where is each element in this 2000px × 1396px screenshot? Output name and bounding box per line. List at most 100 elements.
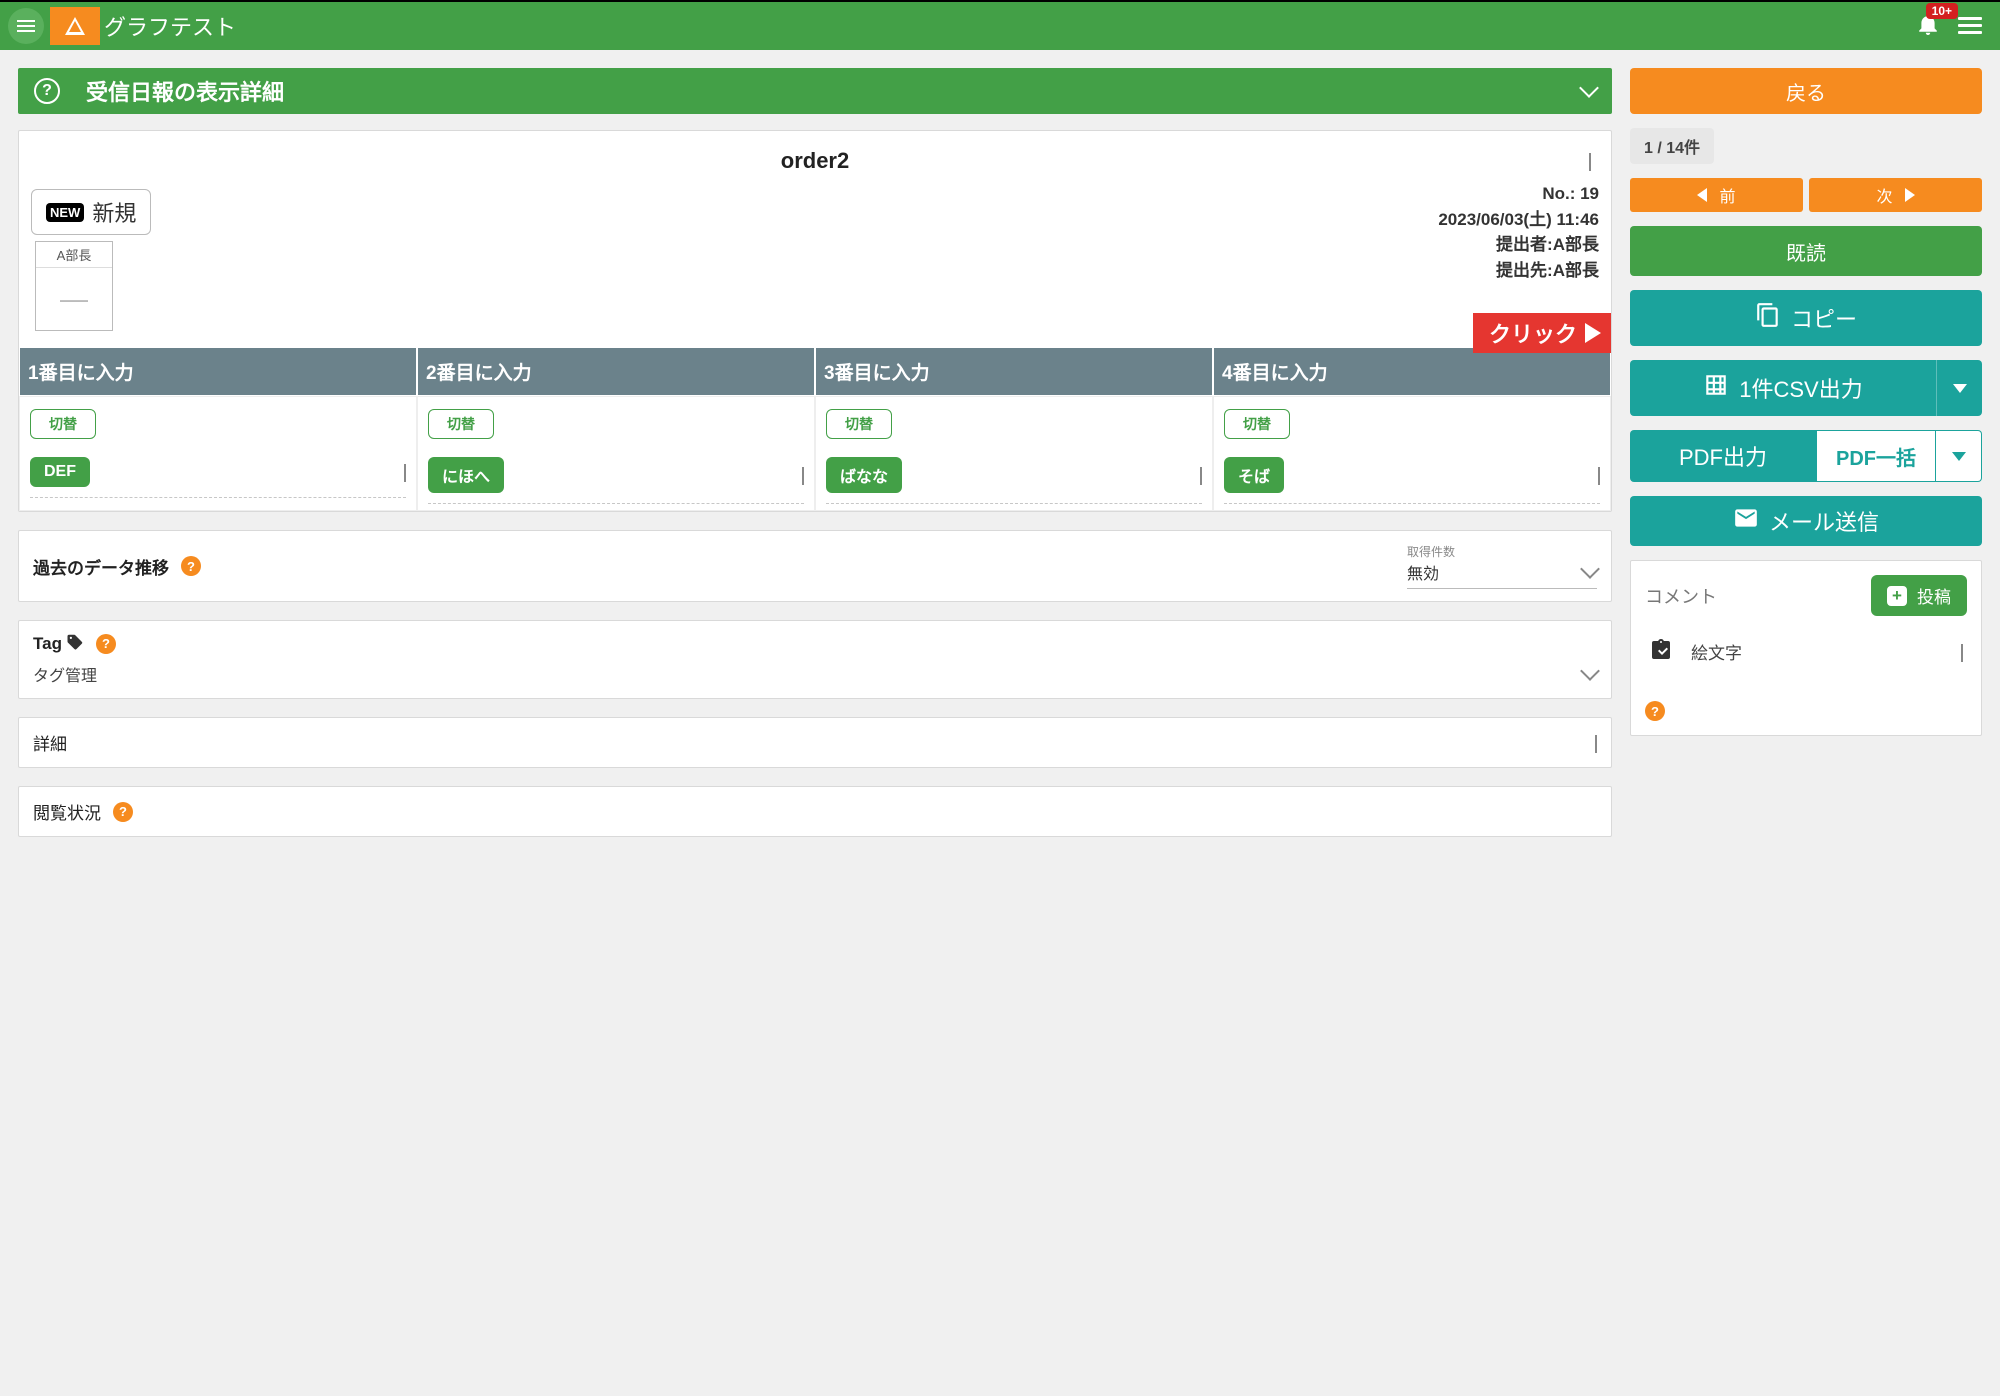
column-header-4: 4番目に入力 <box>1213 347 1611 396</box>
pager: 前 次 <box>1630 178 1982 212</box>
settings-menu-button[interactable] <box>1958 17 1982 35</box>
csv-export-main[interactable]: 1件CSV出力 <box>1630 360 1936 416</box>
chevron-down-icon <box>404 464 406 482</box>
comment-label: コメント <box>1645 583 1871 609</box>
hamburger-icon <box>17 20 35 32</box>
column-header-1: 1番目に入力 <box>19 347 417 396</box>
collapse-button[interactable] <box>1589 153 1591 169</box>
arrow-right-icon <box>1905 188 1915 202</box>
column-cell-1: 切替 DEF <box>19 396 417 511</box>
new-badge-icon: NEW <box>46 203 84 222</box>
history-count-select[interactable]: 取得件数 無効 <box>1407 543 1597 589</box>
mail-icon <box>1733 505 1759 537</box>
next-label: 次 <box>1876 183 1892 207</box>
record-counter: 1 / 14件 <box>1630 128 1714 164</box>
menu-button[interactable] <box>8 8 44 44</box>
pdf-batch-button[interactable]: PDF一括 <box>1816 430 1936 482</box>
tag-label: Tag <box>33 634 62 654</box>
next-button[interactable]: 次 <box>1809 178 1982 212</box>
app-logo[interactable] <box>50 7 100 45</box>
help-icon[interactable]: ? <box>96 634 116 654</box>
value-select-3[interactable]: ばなな <box>826 457 1202 493</box>
prev-label: 前 <box>1719 183 1735 207</box>
grid-icon <box>1703 372 1729 404</box>
notifications-badge: 10+ <box>1926 3 1958 19</box>
switch-button-4[interactable]: 切替 <box>1224 409 1290 439</box>
prev-button[interactable]: 前 <box>1630 178 1803 212</box>
detail-panel[interactable]: 詳細 <box>18 717 1612 768</box>
triangle-icon <box>65 17 85 35</box>
mark-read-label: 既読 <box>1786 237 1826 266</box>
back-button[interactable]: 戻る <box>1630 68 1982 114</box>
click-callout-label: クリック <box>1489 317 1577 349</box>
app-title: グラフテスト <box>104 10 1916 42</box>
chevron-down-icon <box>1961 644 1963 662</box>
section-title: 受信日報の表示詳細 <box>86 75 1582 107</box>
help-icon[interactable]: ? <box>1645 701 1665 721</box>
pdf-dropdown[interactable] <box>1936 430 1982 482</box>
view-status-label: 閲覧状況 <box>33 799 101 824</box>
switch-button-3[interactable]: 切替 <box>826 409 892 439</box>
post-comment-button[interactable]: + 投稿 <box>1871 575 1967 616</box>
approver-name: A部長 <box>36 242 112 268</box>
order-card: order2 NEW 新規 A部長 ― <box>18 130 1612 512</box>
plus-icon: + <box>1887 586 1907 606</box>
help-icon[interactable]: ? <box>181 556 201 576</box>
pdf-export-button[interactable]: PDF出力 <box>1630 430 1816 482</box>
detail-label: 詳細 <box>33 730 67 755</box>
chevron-down-icon <box>1598 467 1600 485</box>
emoji-row[interactable]: 絵文字 <box>1645 628 1967 675</box>
play-icon <box>1585 323 1601 343</box>
chevron-down-icon <box>1579 78 1599 98</box>
help-icon[interactable]: ? <box>34 78 60 104</box>
copy-label: コピー <box>1791 302 1857 334</box>
column-header-2: 2番目に入力 <box>417 347 815 396</box>
csv-export-button: 1件CSV出力 <box>1630 360 1982 416</box>
new-status-pill[interactable]: NEW 新規 <box>31 189 151 235</box>
view-status-panel[interactable]: 閲覧状況 ? <box>18 786 1612 837</box>
csv-export-label: 1件CSV出力 <box>1739 372 1862 404</box>
approver-stamp-box: A部長 ― <box>35 241 113 331</box>
pdf-batch-label: PDF一括 <box>1836 442 1916 471</box>
mail-send-button[interactable]: メール送信 <box>1630 496 1982 546</box>
tag-manage-row[interactable]: タグ管理 <box>33 654 1597 686</box>
copy-icon <box>1755 302 1781 334</box>
column-header-3: 3番目に入力 <box>815 347 1213 396</box>
history-panel: 過去のデータ推移 ? 取得件数 無効 <box>18 530 1612 602</box>
tag-panel: Tag ? タグ管理 <box>18 620 1612 699</box>
notifications-button[interactable]: 10+ <box>1916 13 1940 40</box>
column-cell-2: 切替 にほへ <box>417 396 815 511</box>
click-callout[interactable]: クリック <box>1473 313 1611 353</box>
triangle-down-icon <box>1952 452 1966 461</box>
order-number: No.: 19 <box>1438 181 1599 207</box>
section-header[interactable]: ? 受信日報の表示詳細 <box>18 68 1612 114</box>
tag-manage-label: タグ管理 <box>33 662 1583 686</box>
triangle-down-icon <box>1953 384 1967 393</box>
tag-icon <box>66 633 84 654</box>
value-select-2[interactable]: にほへ <box>428 457 804 493</box>
arrow-left-icon <box>1697 188 1707 202</box>
post-comment-label: 投稿 <box>1917 583 1951 608</box>
switch-button-1[interactable]: 切替 <box>30 409 96 439</box>
value-select-1[interactable]: DEF <box>30 457 406 487</box>
value-select-4[interactable]: そば <box>1224 457 1600 493</box>
csv-export-dropdown[interactable] <box>1936 360 1982 416</box>
chevron-down-icon <box>1580 559 1600 579</box>
order-datetime: 2023/06/03(土) 11:46 <box>1438 207 1599 233</box>
pdf-export-label: PDF出力 <box>1679 440 1767 472</box>
copy-button[interactable]: コピー <box>1630 290 1982 346</box>
switch-button-2[interactable]: 切替 <box>428 409 494 439</box>
clipboard-icon <box>1649 638 1673 665</box>
top-bar: グラフテスト 10+ <box>0 0 2000 50</box>
pdf-export-row: PDF出力 PDF一括 <box>1630 430 1982 482</box>
new-pill-label: 新規 <box>92 196 136 228</box>
help-icon[interactable]: ? <box>113 802 133 822</box>
order-meta: No.: 19 2023/06/03(土) 11:46 提出者:A部長 提出先:… <box>1438 181 1599 283</box>
chevron-down-icon <box>1580 661 1600 681</box>
history-count-value: 無効 <box>1407 560 1439 584</box>
column-cell-4: 切替 そば <box>1213 396 1611 511</box>
mark-read-button[interactable]: 既読 <box>1630 226 1982 276</box>
column-cell-3: 切替 ばなな <box>815 396 1213 511</box>
chevron-down-icon <box>1200 467 1202 485</box>
order-submitter: 提出者:A部長 <box>1438 232 1599 258</box>
